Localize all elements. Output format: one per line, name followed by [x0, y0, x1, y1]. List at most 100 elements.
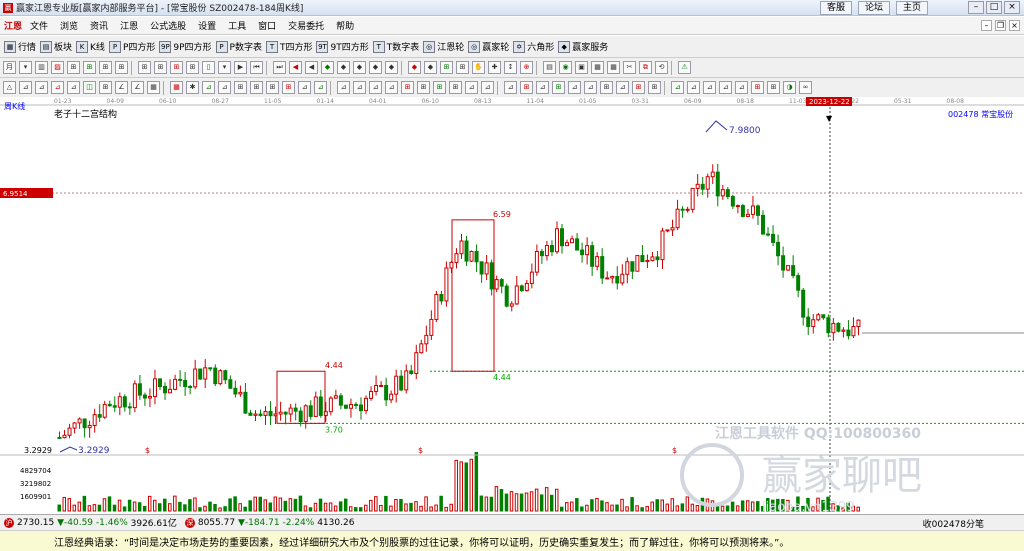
tool-icon[interactable]: ⊞ — [632, 81, 645, 94]
tool-icon[interactable]: ⊿ — [35, 81, 48, 94]
tool-icon[interactable]: ⊿ — [353, 81, 366, 94]
tool-icon[interactable]: ⊿ — [568, 81, 581, 94]
tool-icon[interactable]: ◉ — [559, 61, 572, 74]
mdi-minimize-icon[interactable]: – — [981, 20, 992, 31]
tool-icon[interactable]: ◑ — [783, 81, 796, 94]
menu-browse[interactable]: 浏览 — [56, 19, 82, 32]
tool-icon[interactable]: ⊞ — [456, 61, 469, 74]
tool-icon[interactable]: ⊞ — [751, 81, 764, 94]
tool-icon[interactable]: ⟲ — [655, 61, 668, 74]
toolbar-btn-11[interactable]: ✡ 六角形 — [513, 40, 554, 53]
maximize-icon[interactable]: □ — [986, 1, 1002, 14]
tool-icon[interactable]: ▣ — [575, 61, 588, 74]
tool-icon[interactable]: ▤ — [543, 61, 556, 74]
tool-icon[interactable]: ⊿ — [51, 81, 64, 94]
menu-window[interactable]: 窗口 — [254, 19, 280, 32]
menu-settings[interactable]: 设置 — [194, 19, 220, 32]
tool-icon[interactable]: ⊞ — [83, 61, 96, 74]
tool-icon[interactable]: ⊞ — [401, 81, 414, 94]
mdi-restore-icon[interactable]: ❐ — [995, 20, 1006, 31]
tool-icon[interactable]: ⊿ — [298, 81, 311, 94]
tool-icon[interactable]: ▦ — [147, 81, 160, 94]
menu-tools[interactable]: 工具 — [224, 19, 250, 32]
tool-icon[interactable]: ◆ — [321, 61, 334, 74]
tool-icon[interactable]: ◆ — [424, 61, 437, 74]
toolbar-btn-1[interactable]: ▤ 板块 — [40, 40, 72, 53]
tool-icon[interactable]: ∞ — [799, 81, 812, 94]
tool-icon[interactable]: ▾ — [218, 61, 231, 74]
tool-icon[interactable]: ⊞ — [115, 61, 128, 74]
tool-icon[interactable]: ⊞ — [170, 61, 183, 74]
menu-formula[interactable]: 公式选股 — [146, 19, 190, 32]
tool-icon[interactable]: ▾ — [19, 61, 32, 74]
mdi-close-icon[interactable]: × — [1009, 20, 1020, 31]
tool-icon[interactable]: ⧉ — [639, 61, 652, 74]
shenzhen-index[interactable]: 深 8055.77 ▼-184.71 -2.24% 4130.26 — [184, 517, 354, 528]
tool-icon[interactable]: ◀ — [305, 61, 318, 74]
toolbar-btn-12[interactable]: ◆ 赢家服务 — [558, 40, 608, 53]
tool-icon[interactable]: 月 — [3, 61, 16, 74]
tool-icon[interactable]: ⊞ — [433, 81, 446, 94]
toolbar-btn-4[interactable]: 9P 9P四方形 — [159, 40, 212, 53]
link-service[interactable]: 客服 — [819, 1, 852, 15]
tool-icon[interactable]: ◀ — [289, 61, 302, 74]
tool-icon[interactable]: ✋ — [472, 61, 485, 74]
tool-icon[interactable]: ⊿ — [735, 81, 748, 94]
tool-icon[interactable]: ⊿ — [687, 81, 700, 94]
tool-icon[interactable]: ⊞ — [449, 81, 462, 94]
tool-icon[interactable]: ⊿ — [504, 81, 517, 94]
tool-icon[interactable]: ⊿ — [314, 81, 327, 94]
tool-icon[interactable]: ⊞ — [99, 61, 112, 74]
tool-icon[interactable]: ▦ — [170, 81, 183, 94]
tool-icon[interactable]: ⊿ — [337, 81, 350, 94]
tool-icon[interactable]: ∠ — [131, 81, 144, 94]
close-icon[interactable]: × — [1004, 1, 1020, 14]
menu-info[interactable]: 资讯 — [86, 19, 112, 32]
menu-help[interactable]: 帮助 — [332, 19, 358, 32]
tool-icon[interactable]: ◆ — [408, 61, 421, 74]
tool-icon[interactable]: ⊿ — [616, 81, 629, 94]
tool-icon[interactable]: ▯ — [202, 61, 215, 74]
tool-icon[interactable]: ▶ — [234, 61, 247, 74]
toolbar-btn-3[interactable]: P P四方形 — [108, 40, 155, 53]
tool-icon[interactable]: ⊞ — [250, 81, 263, 94]
tool-icon[interactable]: ⏮ — [250, 61, 263, 74]
shanghai-index[interactable]: 沪 2730.15 ▼-40.59 -1.46% 3926.61亿 — [4, 516, 177, 529]
tool-icon[interactable]: ⏭ — [273, 61, 286, 74]
tool-icon[interactable]: ⊞ — [552, 81, 565, 94]
tool-icon[interactable]: ⊞ — [440, 61, 453, 74]
menu-file[interactable]: 文件 — [26, 19, 52, 32]
toolbar-btn-9[interactable]: ◎ 江恩轮 — [423, 40, 464, 53]
link-forum[interactable]: 论坛 — [857, 1, 890, 15]
tool-icon[interactable]: ◆ — [353, 61, 366, 74]
chart-svg[interactable]: 01-23 04-09 06-10 08-27 11-05 01-14 04-01 06-10… — [0, 97, 1024, 514]
tool-icon[interactable]: ⊿ — [465, 81, 478, 94]
tool-icon[interactable]: ⊿ — [536, 81, 549, 94]
toolbar-btn-2[interactable]: K K线 — [76, 40, 105, 53]
tool-icon[interactable]: ✚ — [488, 61, 501, 74]
tool-icon[interactable]: ⊞ — [417, 81, 430, 94]
tool-icon[interactable]: ⊞ — [234, 81, 247, 94]
toolbar-btn-8[interactable]: T T数字表 — [372, 40, 419, 53]
tool-icon[interactable]: ⊿ — [67, 81, 80, 94]
tool-icon[interactable]: ⊞ — [600, 81, 613, 94]
tool-icon[interactable]: ⊕ — [520, 61, 533, 74]
tool-icon[interactable]: ▥ — [35, 61, 48, 74]
tool-icon[interactable]: ⊞ — [186, 61, 199, 74]
tool-icon[interactable]: ⊞ — [266, 81, 279, 94]
minimize-icon[interactable]: – — [968, 1, 984, 14]
tool-icon[interactable]: ⊿ — [19, 81, 32, 94]
kline-chart[interactable]: 01-23 04-09 06-10 08-27 11-05 01-14 04-01 06-10… — [0, 97, 1024, 514]
tool-icon[interactable]: ⊿ — [719, 81, 732, 94]
tool-icon[interactable]: ⊞ — [99, 81, 112, 94]
tick-detail-link[interactable]: 收002478分笔 — [923, 517, 984, 530]
tool-icon[interactable]: ⊞ — [282, 81, 295, 94]
tool-icon[interactable]: ◆ — [385, 61, 398, 74]
tool-icon[interactable]: ▦ — [607, 61, 620, 74]
menu-gann[interactable]: 江恩 — [116, 19, 142, 32]
tool-icon[interactable]: ⊿ — [218, 81, 231, 94]
tool-icon[interactable]: ⊞ — [767, 81, 780, 94]
tool-icon[interactable]: ⊿ — [671, 81, 684, 94]
tool-icon[interactable]: ⊿ — [584, 81, 597, 94]
toolbar-btn-5[interactable]: P P数字表 — [215, 40, 262, 53]
